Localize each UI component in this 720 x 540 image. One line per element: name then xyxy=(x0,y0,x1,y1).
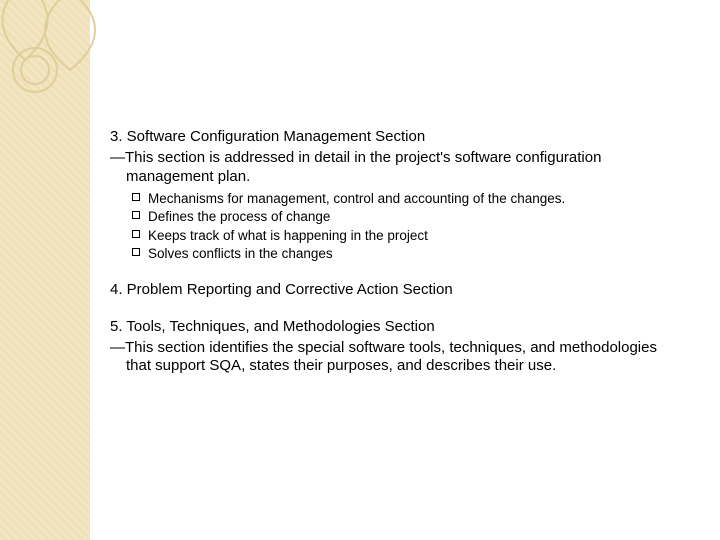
list-item: Defines the process of change xyxy=(132,208,680,226)
section-4: 4. Problem Reporting and Corrective Acti… xyxy=(110,281,680,300)
section-5: 5. Tools, Techniques, and Methodologies … xyxy=(110,318,680,376)
list-item: Mechanisms for management, control and a… xyxy=(132,190,680,208)
list-item: Keeps track of what is happening in the … xyxy=(132,227,680,245)
section-3-subtitle: —This section is addressed in detail in … xyxy=(110,149,680,187)
slide-content: 3. Software Configuration Management Sec… xyxy=(110,128,680,394)
list-item: Solves conflicts in the changes xyxy=(132,245,680,263)
decorative-sidebar xyxy=(0,0,90,540)
section-5-subtitle: —This section identifies the special sof… xyxy=(110,339,680,377)
section-3: 3. Software Configuration Management Sec… xyxy=(110,128,680,263)
section-4-title: 4. Problem Reporting and Corrective Acti… xyxy=(110,281,680,300)
section-5-title: 5. Tools, Techniques, and Methodologies … xyxy=(110,318,680,337)
section-3-bullets: Mechanisms for management, control and a… xyxy=(110,190,680,263)
section-3-title: 3. Software Configuration Management Sec… xyxy=(110,128,680,147)
